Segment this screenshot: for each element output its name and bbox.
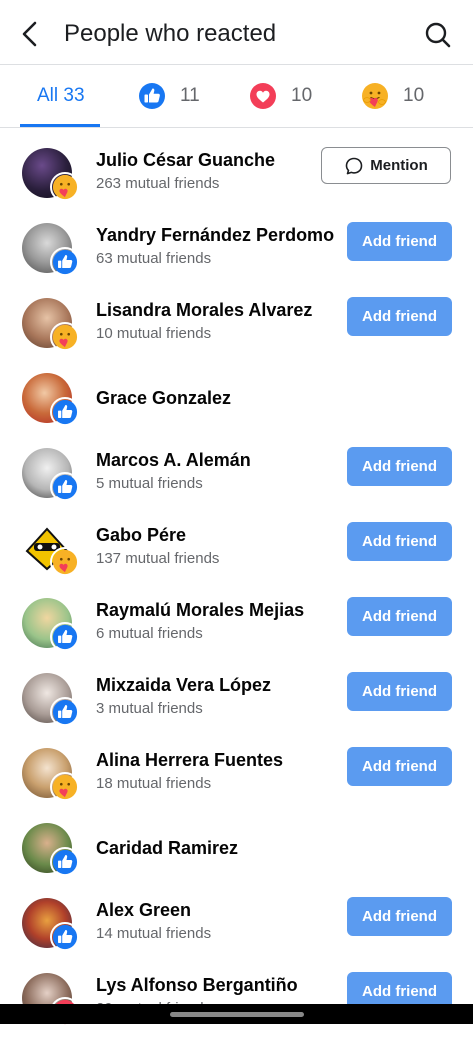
person-name[interactable]: Mixzaida Vera López <box>96 675 271 696</box>
page-title: People who reacted <box>64 20 277 47</box>
reaction-tabs: All 33 11 10 10 <box>0 65 473 127</box>
like-icon <box>50 247 80 277</box>
person-name[interactable]: Lisandra Morales Alvarez <box>96 300 312 321</box>
list-item[interactable]: Alex Green 14 mutual friends Add friend <box>0 890 473 965</box>
love-icon <box>250 83 276 109</box>
person-name[interactable]: Julio César Guanche <box>96 150 275 171</box>
care-icon <box>50 322 80 352</box>
person-name[interactable]: Raymalú Morales Mejias <box>96 600 304 621</box>
like-icon <box>50 622 80 652</box>
add-friend-button[interactable]: Add friend <box>347 222 452 261</box>
tab-like-count: 11 <box>180 85 200 106</box>
care-icon <box>50 547 80 577</box>
mutual-friends: 6 mutual friends <box>96 625 203 642</box>
like-icon <box>50 697 80 727</box>
list-item[interactable]: Yandry Fernández Perdomo 63 mutual frien… <box>0 215 473 290</box>
tab-care-count: 10 <box>403 85 425 106</box>
person-name[interactable]: Alex Green <box>96 900 191 921</box>
person-name[interactable]: Lys Alfonso Bergantiño <box>96 975 298 996</box>
chat-bubble-icon <box>345 157 363 174</box>
care-icon <box>50 172 80 202</box>
like-icon <box>139 83 165 109</box>
mention-label: Mention <box>370 157 428 174</box>
mutual-friends: 5 mutual friends <box>96 475 203 492</box>
home-gesture-handle[interactable] <box>170 1012 304 1017</box>
person-name[interactable]: Gabo Pére <box>96 525 186 546</box>
person-name[interactable]: Caridad Ramirez <box>96 838 238 859</box>
care-icon <box>50 772 80 802</box>
search-icon <box>425 22 451 48</box>
list-item[interactable]: Lys Alfonso Bergantiño 29 mutual friends… <box>0 965 473 1040</box>
like-icon <box>50 847 80 877</box>
tabs-divider <box>0 127 473 128</box>
person-name[interactable]: Grace Gonzalez <box>96 388 231 409</box>
care-icon <box>362 83 388 109</box>
person-name[interactable]: Marcos A. Alemán <box>96 450 251 471</box>
list-item[interactable]: Lisandra Morales Alvarez 10 mutual frien… <box>0 290 473 365</box>
mention-button[interactable]: Mention <box>321 147 451 184</box>
like-icon <box>50 922 80 952</box>
arrow-left-icon <box>22 21 37 47</box>
mutual-friends: 3 mutual friends <box>96 700 203 717</box>
list-item[interactable]: Gabo Pére 137 mutual friends Add friend <box>0 515 473 590</box>
mutual-friends: 18 mutual friends <box>96 775 212 792</box>
list-item[interactable]: Raymalú Morales Mejias 6 mutual friends … <box>0 590 473 665</box>
add-friend-button[interactable]: Add friend <box>347 747 452 786</box>
tab-love-count: 10 <box>291 85 313 106</box>
mutual-friends: 63 mutual friends <box>96 250 212 267</box>
tab-all[interactable]: All 33 <box>37 65 85 127</box>
tab-care[interactable]: 10 <box>361 65 424 127</box>
mutual-friends: 14 mutual friends <box>96 925 212 942</box>
add-friend-button[interactable]: Add friend <box>347 297 452 336</box>
list-item[interactable]: Julio César Guanche 263 mutual friends M… <box>0 140 473 215</box>
list-item[interactable]: Marcos A. Alemán 5 mutual friends Add fr… <box>0 440 473 515</box>
list-item[interactable]: Alina Herrera Fuentes 18 mutual friends … <box>0 740 473 815</box>
list-item[interactable]: Caridad Ramirez <box>0 815 473 890</box>
back-button[interactable] <box>14 18 46 50</box>
list-item[interactable]: Grace Gonzalez <box>0 365 473 440</box>
add-friend-button[interactable]: Add friend <box>347 522 452 561</box>
add-friend-button[interactable]: Add friend <box>347 672 452 711</box>
person-name[interactable]: Alina Herrera Fuentes <box>96 750 283 771</box>
list-item[interactable]: Mixzaida Vera López 3 mutual friends Add… <box>0 665 473 740</box>
person-name[interactable]: Yandry Fernández Perdomo <box>96 225 334 246</box>
tab-love[interactable]: 10 <box>249 65 312 127</box>
add-friend-button[interactable]: Add friend <box>347 597 452 636</box>
mutual-friends: 137 mutual friends <box>96 550 220 567</box>
add-friend-button[interactable]: Add friend <box>347 897 452 936</box>
search-button[interactable] <box>423 20 453 50</box>
mutual-friends: 10 mutual friends <box>96 325 212 342</box>
like-icon <box>50 397 80 427</box>
system-navigation-bar <box>0 1004 473 1024</box>
add-friend-button[interactable]: Add friend <box>347 447 452 486</box>
like-icon <box>50 472 80 502</box>
top-bar: People who reacted <box>0 0 473 64</box>
tab-all-label: All 33 <box>37 85 85 106</box>
mutual-friends: 263 mutual friends <box>96 175 220 192</box>
tab-like[interactable]: 11 <box>138 65 200 127</box>
